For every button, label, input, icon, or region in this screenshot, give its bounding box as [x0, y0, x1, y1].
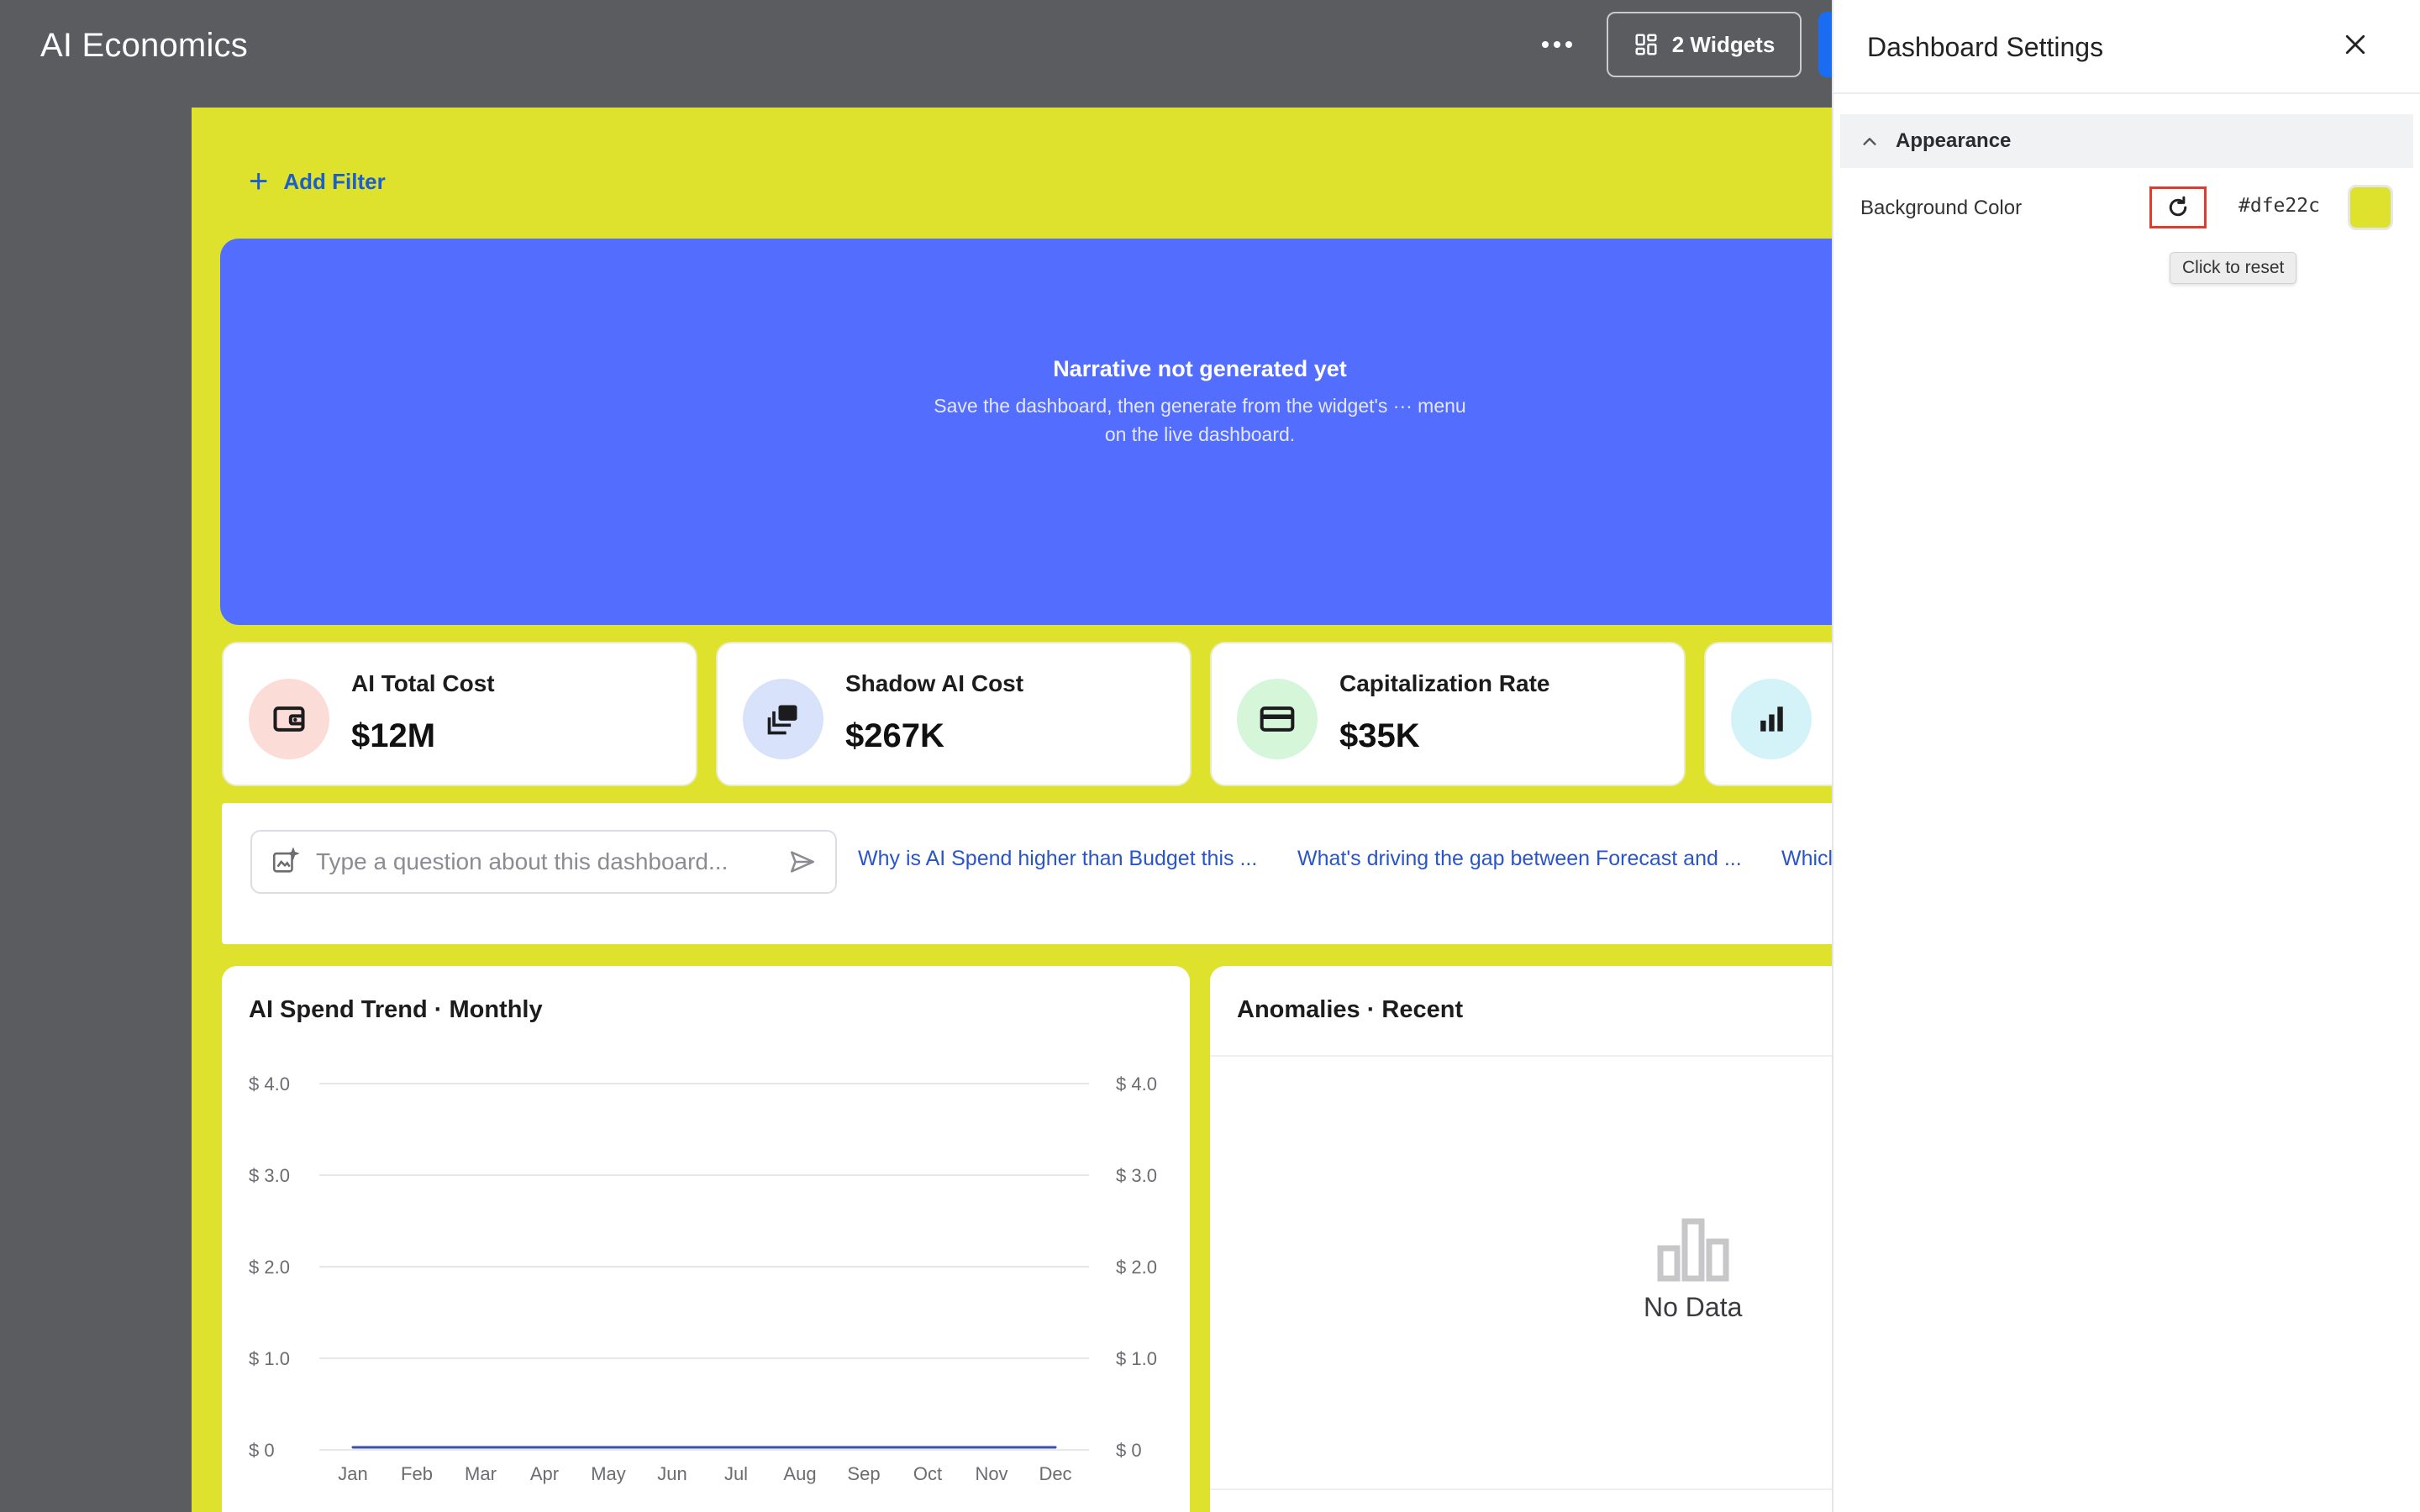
- x-tick-label: May: [591, 1463, 626, 1484]
- kpi-label: AI Total Cost: [351, 670, 495, 696]
- reset-color-button[interactable]: [2149, 186, 2207, 228]
- dashboard-settings-panel: [1832, 0, 2420, 1512]
- data-point: [1054, 1446, 1057, 1449]
- more-dot-icon: [1554, 41, 1560, 48]
- x-tick-label: Nov: [975, 1463, 1007, 1484]
- narrative-title: Narrative not generated yet: [1053, 356, 1347, 381]
- more-dot-icon: [1542, 41, 1549, 48]
- y-tick-label: $ 2.0: [249, 1257, 290, 1278]
- data-point: [798, 1446, 802, 1449]
- widgets-button[interactable]: 2 Widgets: [1607, 12, 1802, 77]
- settings-panel-title: Dashboard Settings: [1867, 32, 2104, 62]
- kpi-label: Shadow AI Cost: [845, 670, 1024, 696]
- ai-image-icon: [272, 848, 299, 873]
- close-icon: [2345, 34, 2365, 55]
- data-point: [862, 1446, 865, 1449]
- add-filter-button[interactable]: + Add Filter: [249, 165, 386, 198]
- anomalies-divider: [1210, 1055, 1832, 1057]
- send-icon[interactable]: [788, 848, 817, 876]
- close-settings-button[interactable]: [2338, 27, 2373, 62]
- refresh-icon: [2169, 196, 2187, 217]
- kpi-card-capitalization-rate[interactable]: Capitalization Rate $35K: [1210, 642, 1686, 786]
- y-tick-label: $ 0: [249, 1440, 275, 1461]
- add-filter-label: Add Filter: [283, 168, 386, 194]
- ask-question-input[interactable]: Type a question about this dashboard...: [250, 830, 837, 894]
- layers-icon: [743, 679, 823, 759]
- anomalies-card: [1210, 966, 1839, 1512]
- kpi-value: $267K: [845, 717, 944, 754]
- plus-icon: +: [249, 163, 269, 200]
- data-point: [671, 1446, 674, 1449]
- reset-tooltip: Click to reset: [2170, 252, 2297, 284]
- settings-divider: [1833, 92, 2420, 94]
- no-data-text: No Data: [1644, 1292, 1743, 1322]
- suggested-question-3[interactable]: Whicl: [1781, 847, 1832, 871]
- kpi-label: Capitalization Rate: [1339, 670, 1550, 696]
- background-color-label: Background Color: [1860, 197, 2023, 219]
- kpi-value: $35K: [1339, 717, 1420, 754]
- y-tick-label: $ 1.0: [249, 1348, 290, 1369]
- grid-icon: [1635, 34, 1657, 55]
- y2-tick-label: $ 4.0: [1116, 1074, 1157, 1095]
- suggested-question-1[interactable]: Why is AI Spend higher than Budget this …: [858, 847, 1257, 871]
- widgets-button-label: 2 Widgets: [1671, 31, 1776, 57]
- background-color-swatch[interactable]: [2348, 185, 2393, 230]
- kpi-value: $12M: [351, 717, 436, 754]
- x-tick-label: Apr: [530, 1463, 559, 1484]
- kpi-card-ai-total-cost[interactable]: AI Total Cost $12M: [222, 642, 697, 786]
- appearance-section-header[interactable]: Appearance: [1840, 114, 2413, 168]
- data-point: [479, 1446, 482, 1449]
- data-point: [990, 1446, 993, 1449]
- y2-tick-label: $ 3.0: [1116, 1165, 1157, 1186]
- x-tick-label: Jul: [724, 1463, 748, 1484]
- data-point: [543, 1446, 546, 1449]
- credit-card-icon: [1237, 679, 1318, 759]
- narrative-subtitle: Save the dashboard, then generate from t…: [934, 395, 1466, 445]
- x-tick-label: Mar: [465, 1463, 497, 1484]
- appearance-section-label: Appearance: [1896, 129, 2012, 152]
- suggested-question-2[interactable]: What's driving the gap between Forecast …: [1297, 847, 1742, 871]
- kpi-card-shadow-ai-cost[interactable]: Shadow AI Cost $267K: [716, 642, 1192, 786]
- bar-chart-icon: [1731, 679, 1812, 759]
- spend-trend-title: AI Spend Trend · Monthly: [249, 996, 543, 1023]
- no-data-placeholder: No Data: [1644, 1218, 1742, 1323]
- chevron-up-icon: [1863, 138, 1876, 145]
- spend-trend-chart: $ 0 $ 0 $ 1.0 $ 1.0 $ 2.0 $ 2.0 $ 3.0 $ 3.0 $ 4.…: [249, 1074, 1157, 1484]
- x-tick-label: Sep: [847, 1463, 880, 1484]
- more-options-button[interactable]: [1529, 25, 1585, 64]
- more-dot-icon: [1565, 41, 1572, 48]
- data-point: [415, 1446, 418, 1449]
- data-point: [607, 1446, 610, 1449]
- anomalies-footer-divider: [1210, 1488, 1832, 1490]
- ask-question-placeholder: Type a question about this dashboard...: [316, 848, 729, 874]
- empty-chart-icon: [1657, 1218, 1729, 1282]
- x-tick-label: Jan: [338, 1463, 367, 1484]
- y2-tick-label: $ 0: [1116, 1440, 1142, 1461]
- x-tick-label: Dec: [1039, 1463, 1071, 1484]
- app-title: AI Economics: [40, 27, 248, 64]
- x-tick-label: Jun: [657, 1463, 687, 1484]
- y-tick-label: $ 4.0: [249, 1074, 290, 1095]
- x-tick-label: Feb: [401, 1463, 433, 1484]
- anomalies-title: Anomalies · Recent: [1237, 996, 1464, 1023]
- y2-tick-label: $ 1.0: [1116, 1348, 1157, 1369]
- wallet-icon: [249, 679, 329, 759]
- x-tick-label: Aug: [783, 1463, 816, 1484]
- kpi-card-4[interactable]: [1704, 642, 1839, 786]
- data-point: [734, 1446, 738, 1449]
- x-tick-label: Oct: [913, 1463, 942, 1484]
- y-tick-label: $ 3.0: [249, 1165, 290, 1186]
- data-point: [926, 1446, 929, 1449]
- y2-tick-label: $ 2.0: [1116, 1257, 1157, 1278]
- background-color-hex[interactable]: #dfe22c: [2238, 195, 2320, 217]
- data-point: [351, 1446, 355, 1449]
